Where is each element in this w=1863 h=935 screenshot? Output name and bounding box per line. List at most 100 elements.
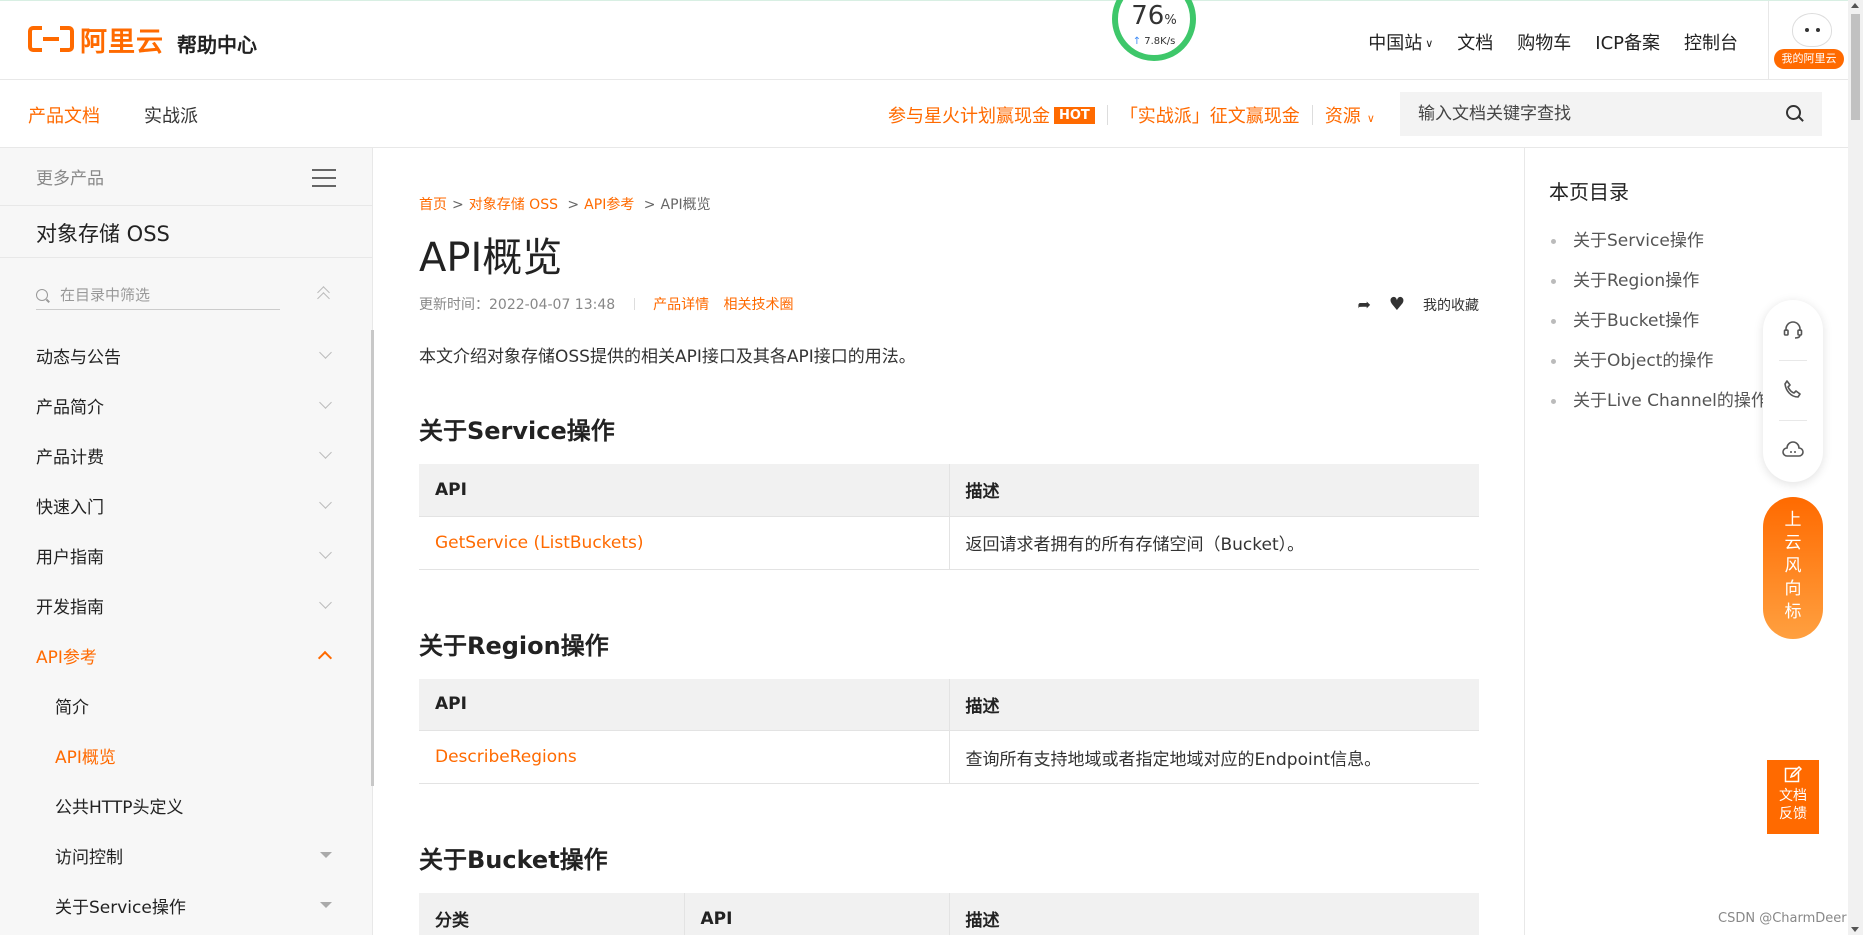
search-input[interactable] [1418,104,1786,124]
region-api-table: API 描述 DescribeRegions 查询所有支持地域或者指定地域对应的… [419,678,1479,784]
scrollbar-thumb[interactable] [1851,14,1860,120]
my-favorites-link[interactable]: 我的收藏 [1423,295,1479,315]
breadcrumb-oss[interactable]: 对象存储 OSS [469,197,558,213]
tab-practice[interactable]: 实战派 [144,102,198,128]
table-header-row: API 描述 [419,678,1479,731]
cloud-icon [1782,441,1804,457]
section-title-service: 关于Service操作 [419,417,615,445]
sidebar-item-api-intro[interactable]: 简介 [0,680,372,730]
chevron-down-icon [319,445,332,459]
avatar [1792,13,1832,47]
promo-essay-link[interactable]: 「实战派」征文赢现金 [1120,102,1300,128]
doc-sidebar: 更多产品 对象存储 OSS 动态与公告 产品简介 产品计费 快速入门 用户指南 … [0,148,374,935]
doc-content: 首页 > 对象存储 OSS > API参考 > API概览 API概览 更新时间：202… [419,148,1479,935]
header-divider [1768,1,1769,81]
aliyun-logo[interactable]: 阿里云 [28,21,164,58]
chevron-down-icon [319,345,332,359]
sidebar-item-announcements[interactable]: 动态与公告 [0,330,372,380]
api-link-describeregions[interactable]: DescribeRegions [435,747,577,767]
chevron-down-icon [319,495,332,509]
api-link-getservice[interactable]: GetService (ListBuckets) [435,533,644,553]
chevron-down-icon [319,545,332,559]
my-aliyun-badge[interactable]: 我的阿里云 [1774,49,1844,69]
resources-dropdown[interactable]: 资源 ∨ [1325,102,1375,128]
sidebar-item-user-guide[interactable]: 用户指南 [0,530,372,580]
column-header-api: API [419,464,949,517]
doc-tabs: 产品文档 实战派 [28,102,198,128]
help-center-title[interactable]: 帮助中心 [177,29,257,58]
service-api-table: API 描述 GetService (ListBuckets) 返回请求者拥有的… [419,464,1479,570]
sidebar-item-api-overview[interactable]: API概览 [0,730,372,780]
toc-item-service[interactable]: 关于Service操作 [1549,221,1824,261]
sidebar-item-api-reference[interactable]: API参考 [0,630,372,680]
scroll-up-arrow-icon[interactable] [1851,3,1859,8]
floating-contact-panel [1763,300,1823,482]
sidebar-item-intro[interactable]: 产品简介 [0,380,372,430]
table-row: DescribeRegions 查询所有支持地域或者指定地域对应的Endpoin… [419,730,1479,784]
watermark: CSDN @CharmDeer [1718,911,1847,926]
collapse-all-icon[interactable] [316,286,332,302]
sidebar-item-service-ops[interactable]: 关于Service操作 [0,880,372,930]
table-row: GetService (ListBuckets) 返回请求者拥有的所有存储空间（… [419,516,1479,570]
doc-feedback-button[interactable]: 文档 反馈 [1767,760,1819,834]
sidebar-item-dev-guide[interactable]: 开发指南 [0,580,372,630]
top-header: 阿里云 帮助中心 76% ↑ 7.8K/s 中国站 ∨ 文档 购物车 ICP备案 … [0,0,1848,81]
scroll-down-arrow-icon[interactable] [1851,927,1859,932]
more-products-label: 更多产品 [36,169,104,189]
product-name[interactable]: 对象存储 OSS [0,206,372,258]
breadcrumb-api-reference[interactable]: API参考 [584,197,634,213]
sidebar-item-http-headers[interactable]: 公共HTTP头定义 [0,780,372,830]
chevron-down-icon: ∨ [1425,37,1434,50]
promo-divider [1311,105,1313,125]
table-header-row: API 描述 [419,464,1479,517]
user-menu[interactable]: 我的阿里云 [1772,11,1846,73]
column-header-category: 分类 [419,893,684,935]
breadcrumb-home[interactable]: 首页 [419,197,447,213]
sidebar-item-billing[interactable]: 产品计费 [0,430,372,480]
breadcrumb: 首页 > 对象存储 OSS > API参考 > API概览 [419,197,711,213]
search-icon [36,288,48,301]
menu-icon[interactable] [312,169,336,187]
customer-service-button[interactable] [1763,300,1823,360]
doc-actions: ➦ ♥ 我的收藏 [1357,294,1479,315]
speed-rate: 7.8K/s [1144,36,1176,47]
nav-docs[interactable]: 文档 [1457,29,1493,55]
speed-percent: 76 [1131,1,1165,31]
tab-product-docs[interactable]: 产品文档 [28,102,100,128]
page-scrollbar[interactable] [1848,0,1863,935]
chevron-down-icon [319,395,332,409]
product-details-link[interactable]: 产品详情 [653,297,709,313]
cloud-assistant-button[interactable] [1763,420,1823,480]
nav-console[interactable]: 控制台 [1684,29,1738,55]
section-title-region: 关于Region操作 [419,631,609,660]
phone-button[interactable] [1763,360,1823,420]
toc-item-region[interactable]: 关于Region操作 [1549,261,1824,301]
heart-icon[interactable]: ♥ [1389,294,1405,315]
headset-icon [1783,321,1803,339]
sidebar-scrollbar[interactable] [371,330,374,786]
doc-search [1400,92,1822,136]
section-title-bucket: 关于Bucket操作 [419,846,608,874]
cloud-vane-button[interactable]: 上 云 风 向 标 [1763,497,1823,639]
filter-field [36,280,280,310]
share-icon[interactable]: ➦ [1357,295,1370,314]
network-speed-widget: 76% ↑ 7.8K/s [1112,0,1196,61]
tech-community-link[interactable]: 相关技术圈 [724,297,794,313]
more-products[interactable]: 更多产品 [0,148,372,206]
chevron-down-icon [319,595,332,609]
toc-filter [0,258,372,330]
nav-icp[interactable]: ICP备案 [1595,29,1660,55]
sidebar-item-access-control[interactable]: 访问控制 [0,830,372,880]
nav-region[interactable]: 中国站 ∨ [1368,29,1433,55]
sidebar-item-quickstart[interactable]: 快速入门 [0,480,372,530]
phone-icon [1784,380,1801,398]
caret-down-icon [320,852,332,858]
hot-badge: HOT [1054,106,1095,124]
nav-cart[interactable]: 购物车 [1517,29,1571,55]
filter-input[interactable] [60,285,280,304]
search-icon[interactable] [1786,105,1804,123]
promo-spark-link[interactable]: 参与星火计划赢现金 [888,102,1050,128]
breadcrumb-current: API概览 [660,197,711,213]
aliyun-logo-icon [28,24,74,54]
top-nav: 中国站 ∨ 文档 购物车 ICP备案 控制台 [1368,29,1738,55]
